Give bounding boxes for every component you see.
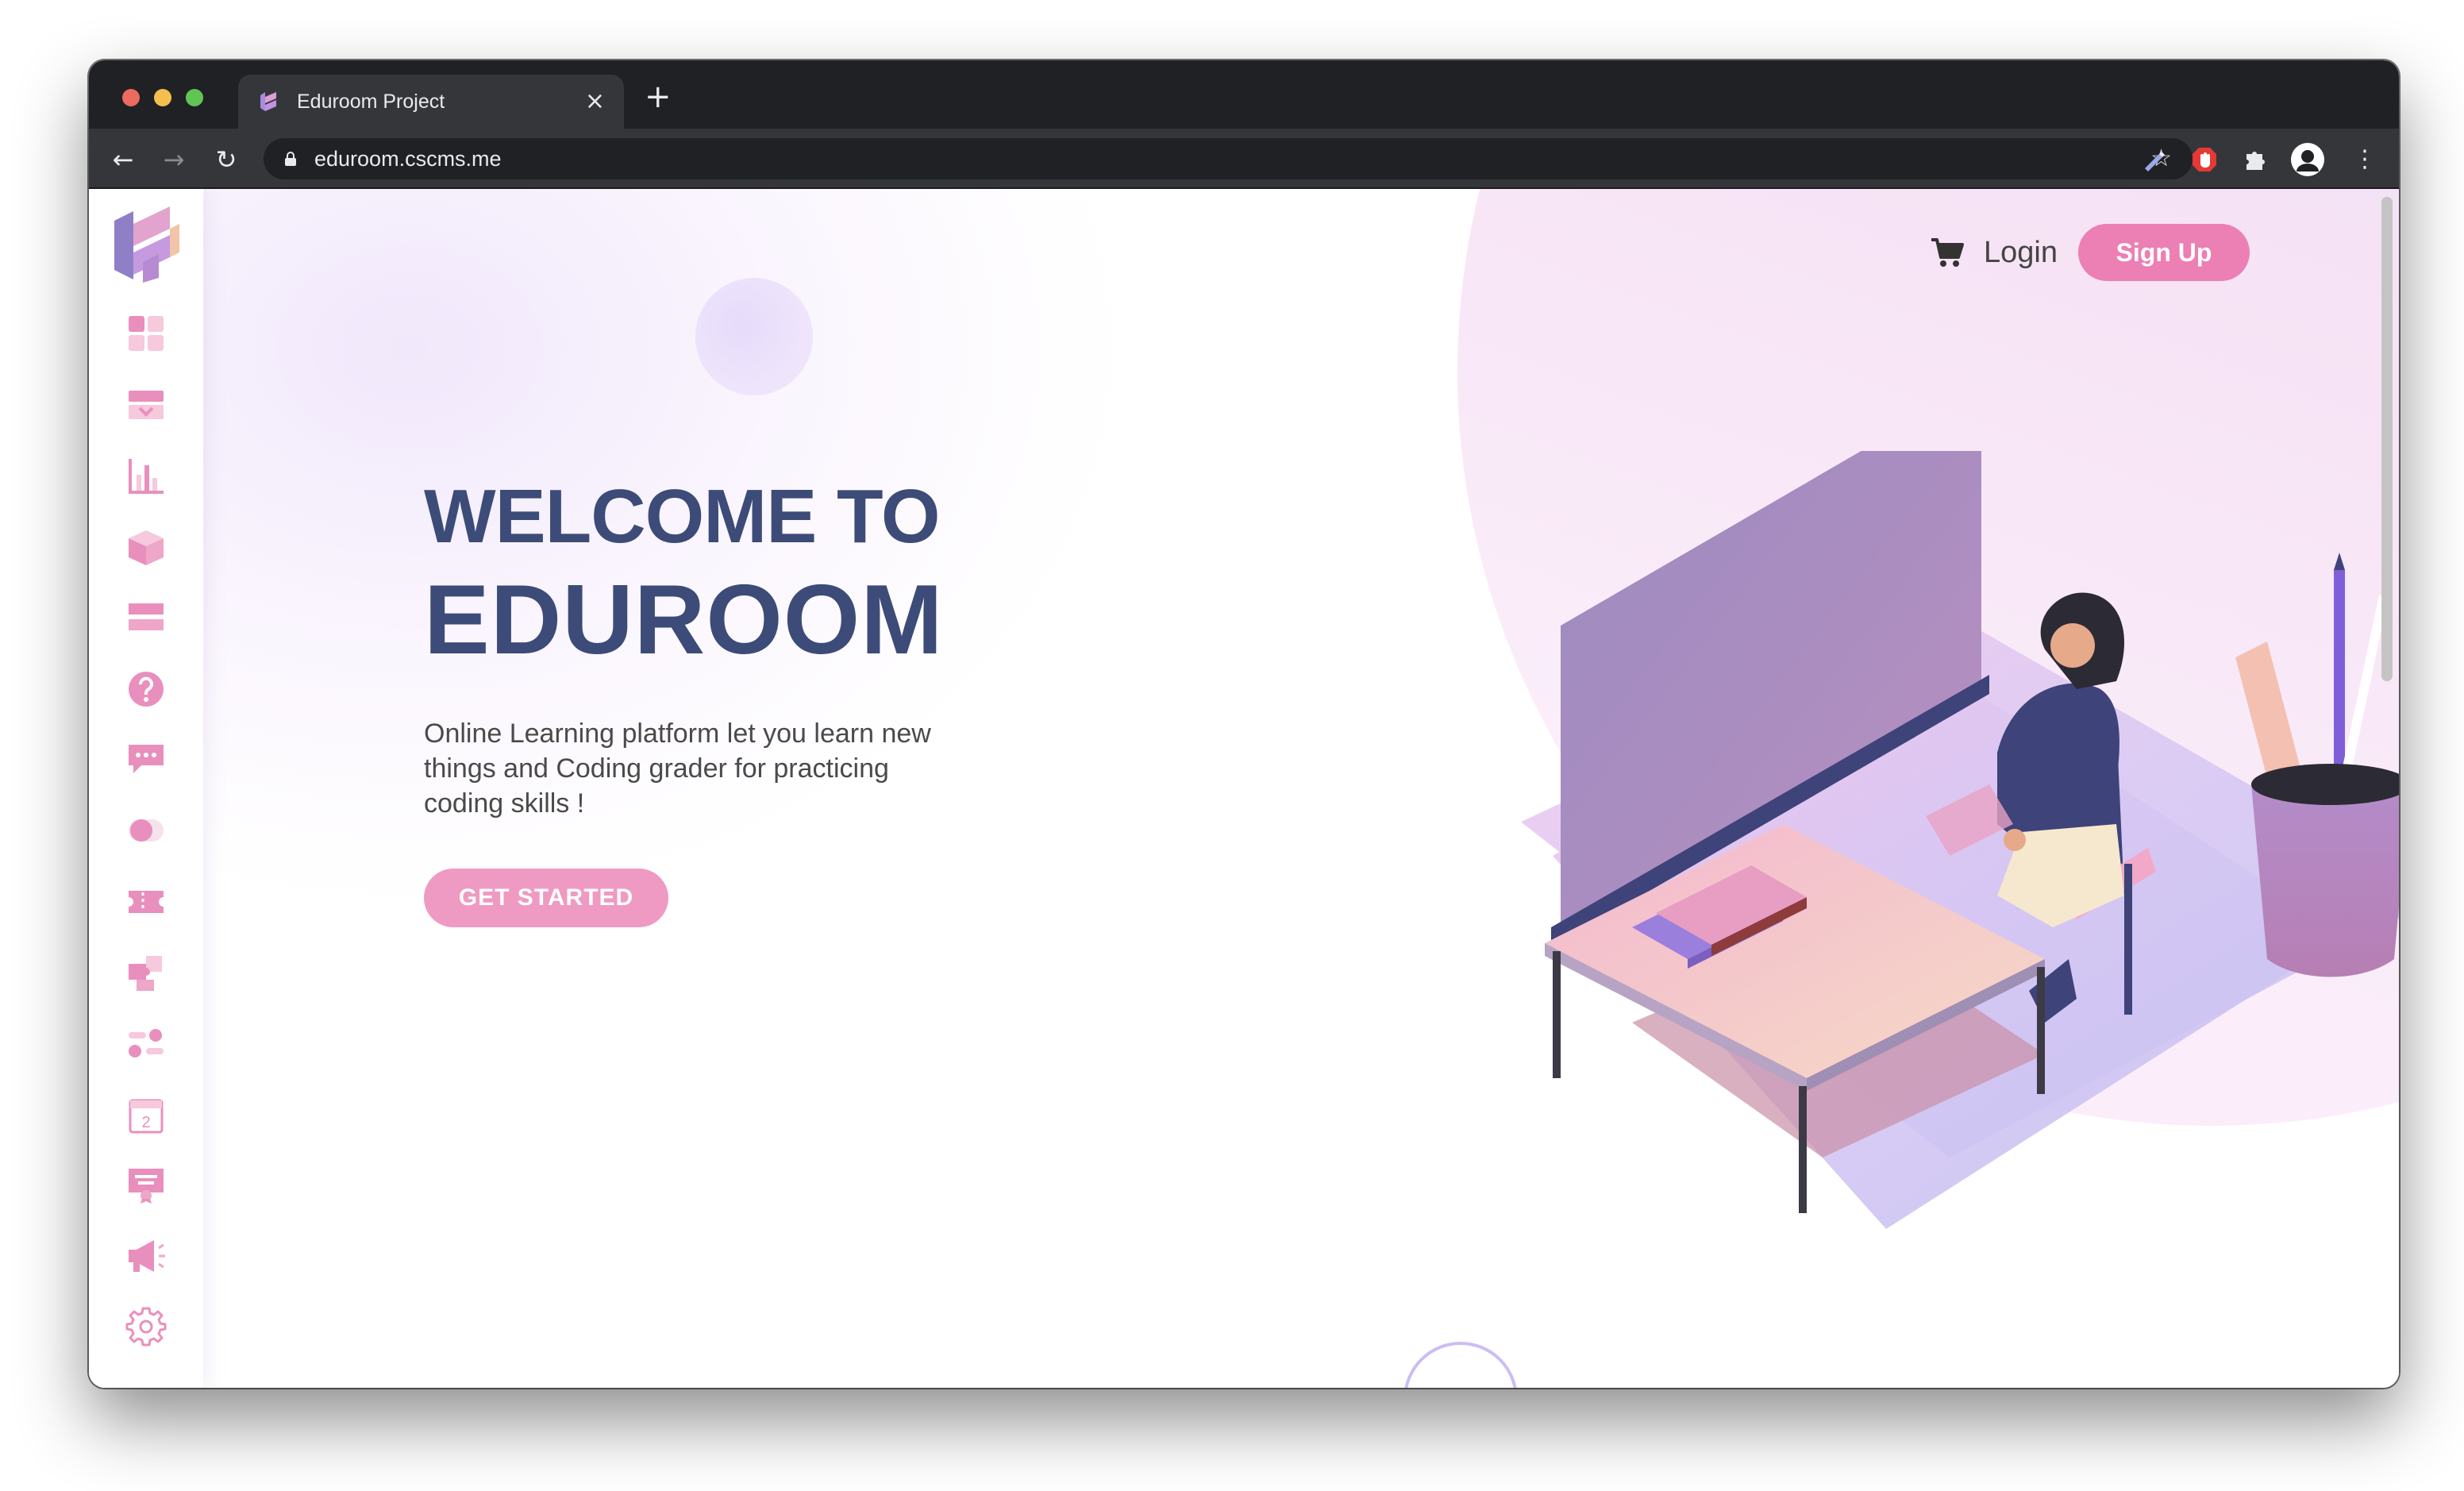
extensions-puzzle-icon[interactable]: [2242, 146, 2269, 173]
eduroom-logo-icon[interactable]: [111, 206, 183, 283]
settings-toggle-icon[interactable]: [125, 1023, 167, 1064]
browser-toolbar: ← → ↻ eduroom.cscms.me ☆ ⋮: [89, 129, 2399, 189]
cart-icon[interactable]: [1930, 237, 1965, 268]
top-navigation: Login Sign Up: [1930, 224, 2250, 281]
signup-button[interactable]: Sign Up: [2078, 224, 2250, 281]
close-tab-icon[interactable]: ×: [585, 90, 605, 114]
reload-button[interactable]: ↻: [213, 146, 240, 173]
chat-icon[interactable]: [125, 738, 167, 780]
lock-icon: [285, 152, 296, 166]
bar-chart-icon[interactable]: [125, 456, 167, 497]
url-text[interactable]: eduroom.cscms.me: [314, 147, 2150, 171]
adblock-extension-icon[interactable]: [2191, 146, 2218, 173]
calendar-day-label: 2: [141, 1114, 150, 1131]
pen-extension-icon[interactable]: [2140, 146, 2167, 173]
toggle-icon[interactable]: [125, 810, 167, 851]
page-scrollbar[interactable]: [2381, 197, 2393, 681]
decorative-bubble: [695, 278, 813, 395]
minimize-window-button[interactable]: [154, 89, 171, 106]
address-bar[interactable]: eduroom.cscms.me ☆: [264, 138, 2193, 179]
browser-window: Eduroom Project × + ← → ↻ eduroom.cscms.…: [89, 60, 2399, 1388]
decorative-ring: [1403, 1342, 1518, 1388]
megaphone-icon[interactable]: [125, 1235, 167, 1277]
hero-title-line1: WELCOME TO: [424, 474, 941, 559]
help-icon[interactable]: [125, 668, 167, 710]
page-viewport: Login Sign Up WELCOME TO EDUROOM Online …: [89, 189, 2399, 1388]
profile-avatar[interactable]: [2291, 143, 2324, 176]
ticket-icon[interactable]: [125, 881, 167, 923]
gear-icon[interactable]: [125, 1305, 167, 1347]
forward-button[interactable]: →: [160, 146, 187, 173]
inbox-icon[interactable]: [125, 384, 167, 426]
hero-background: Login Sign Up WELCOME TO EDUROOM Online …: [203, 189, 2399, 1388]
dashboard-icon[interactable]: [125, 313, 167, 354]
eduroom-favicon-icon: [260, 92, 276, 111]
hero-subtitle: Online Learning platform let you learn n…: [424, 719, 931, 819]
hero-section: WELCOME TO EDUROOM Online Learning platf…: [424, 473, 964, 927]
maximize-window-button[interactable]: [186, 89, 203, 106]
close-window-button[interactable]: [122, 89, 140, 106]
certificate-icon[interactable]: [125, 1164, 167, 1205]
get-started-button[interactable]: GET STARTED: [424, 869, 668, 927]
profile-avatar-icon: [2292, 144, 2323, 175]
new-tab-button[interactable]: +: [645, 81, 672, 113]
back-button[interactable]: ←: [110, 146, 137, 173]
browser-menu-icon[interactable]: ⋮: [2351, 146, 2378, 173]
login-link[interactable]: Login: [1984, 236, 2058, 270]
list-icon[interactable]: [125, 597, 167, 638]
browser-tab[interactable]: Eduroom Project ×: [238, 75, 624, 129]
tab-bar: Eduroom Project × +: [89, 60, 2399, 129]
sidebar: 2: [89, 189, 203, 1388]
puzzle-icon[interactable]: [125, 953, 167, 994]
cube-icon[interactable]: [125, 527, 167, 568]
study-desk-illustration: [1521, 451, 2399, 1229]
calendar-icon[interactable]: 2: [125, 1094, 167, 1135]
hero-title-line2: EDUROOM: [424, 565, 944, 675]
tab-title: Eduroom Project: [297, 90, 445, 113]
